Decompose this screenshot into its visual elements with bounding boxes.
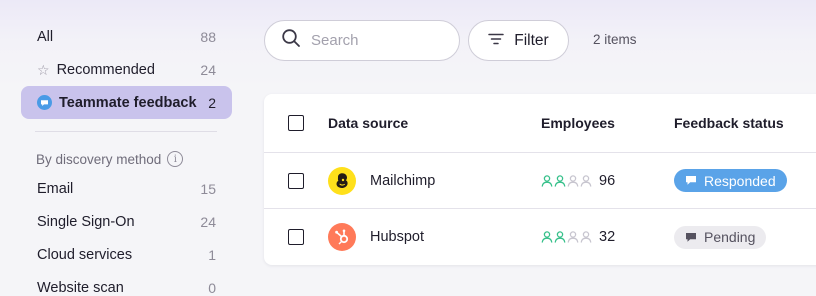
sidebar-item-count: 2 xyxy=(208,94,216,111)
status-badge: Pending xyxy=(674,225,767,249)
status-label: Pending xyxy=(704,229,756,245)
sidebar-item-count: 24 xyxy=(200,61,216,78)
section-title: By discovery method xyxy=(36,151,162,167)
people-icon-group xyxy=(541,231,595,243)
sidebar-item-label: Teammate feedback xyxy=(59,94,197,111)
data-source-cell: Hubspot xyxy=(328,209,424,265)
chat-bubble-icon xyxy=(686,176,696,185)
select-all-checkbox[interactable] xyxy=(288,115,304,131)
filter-icon xyxy=(488,32,505,50)
feedback-status-cell: Responded xyxy=(674,153,787,208)
row-checkbox[interactable] xyxy=(288,172,304,189)
status-label: Responded xyxy=(704,172,776,189)
row-checkbox-cell xyxy=(288,153,304,208)
table-header-row: Data source Employees Feedback status xyxy=(264,94,816,153)
status-badge: Responded xyxy=(674,169,787,192)
sidebar-item-sso[interactable]: Single Sign-On 24 xyxy=(21,205,232,238)
sidebar-item-cloud-services[interactable]: Cloud services 1 xyxy=(21,238,232,271)
sidebar-item-website-scan[interactable]: Website scan 0 xyxy=(21,271,232,296)
sidebar-item-recommended[interactable]: ☆ Recommended 24 xyxy=(21,53,232,86)
data-source-name: Mailchimp xyxy=(370,172,436,189)
sidebar-item-label: Cloud services xyxy=(37,246,133,263)
discovery-method-heading: By discovery method i xyxy=(21,146,232,172)
feedback-status-cell: Pending xyxy=(674,209,767,265)
search-icon xyxy=(281,28,301,53)
sidebar-divider xyxy=(35,131,217,132)
data-source-cell: Mailchimp xyxy=(328,153,435,208)
sidebar-item-count: 1 xyxy=(208,246,216,263)
sidebar-item-label: Website scan xyxy=(37,279,124,296)
sidebar-item-count: 24 xyxy=(200,213,216,230)
row-checkbox[interactable] xyxy=(288,229,304,245)
sidebar-item-count: 0 xyxy=(208,279,216,296)
items-count: 2 items xyxy=(593,32,637,47)
employees-cell: 96 xyxy=(541,153,615,208)
sidebar: All 88 ☆ Recommended 24 Teammate feedbac… xyxy=(21,20,232,296)
table-row[interactable]: Mailchimp 96 Responded xyxy=(264,153,816,209)
employees-count: 96 xyxy=(599,172,616,189)
sidebar-item-count: 15 xyxy=(200,180,216,197)
search-box[interactable] xyxy=(264,20,460,61)
sidebar-item-all[interactable]: All 88 xyxy=(21,20,232,53)
table-row[interactable]: Hubspot 32 Pending xyxy=(264,209,816,265)
sidebar-item-label: Email xyxy=(37,180,74,197)
filter-label: Filter xyxy=(514,31,549,49)
data-source-name: Hubspot xyxy=(370,229,425,245)
sidebar-item-label: Single Sign-On xyxy=(37,213,135,230)
employees-cell: 32 xyxy=(541,209,615,265)
people-icon-group xyxy=(541,174,595,187)
mailchimp-logo xyxy=(328,166,356,195)
data-sources-table: Data source Employees Feedback status Ma… xyxy=(264,94,816,265)
column-header-data-source[interactable]: Data source xyxy=(328,94,408,152)
header-checkbox-cell xyxy=(288,94,304,152)
sidebar-item-email[interactable]: Email 15 xyxy=(21,172,232,205)
sidebar-item-teammate-feedback[interactable]: Teammate feedback 2 xyxy=(21,86,232,119)
chat-bubble-icon xyxy=(686,232,696,242)
info-icon[interactable]: i xyxy=(167,151,184,167)
sidebar-item-label: Recommended xyxy=(56,61,155,78)
filter-button[interactable]: Filter xyxy=(468,20,569,61)
hubspot-logo xyxy=(328,223,356,251)
star-icon: ☆ xyxy=(37,61,50,78)
search-input[interactable] xyxy=(311,32,441,49)
row-checkbox-cell xyxy=(288,209,304,265)
column-header-feedback-status[interactable]: Feedback status xyxy=(674,94,784,152)
chat-bubble-icon xyxy=(37,95,52,110)
employees-count: 32 xyxy=(599,229,616,245)
column-header-employees[interactable]: Employees xyxy=(541,94,615,152)
sidebar-item-count: 88 xyxy=(200,28,216,45)
sidebar-item-label-wrap: Teammate feedback xyxy=(37,95,208,111)
sidebar-item-label: All xyxy=(37,28,54,45)
sidebar-item-label-wrap: ☆ Recommended xyxy=(37,62,200,78)
